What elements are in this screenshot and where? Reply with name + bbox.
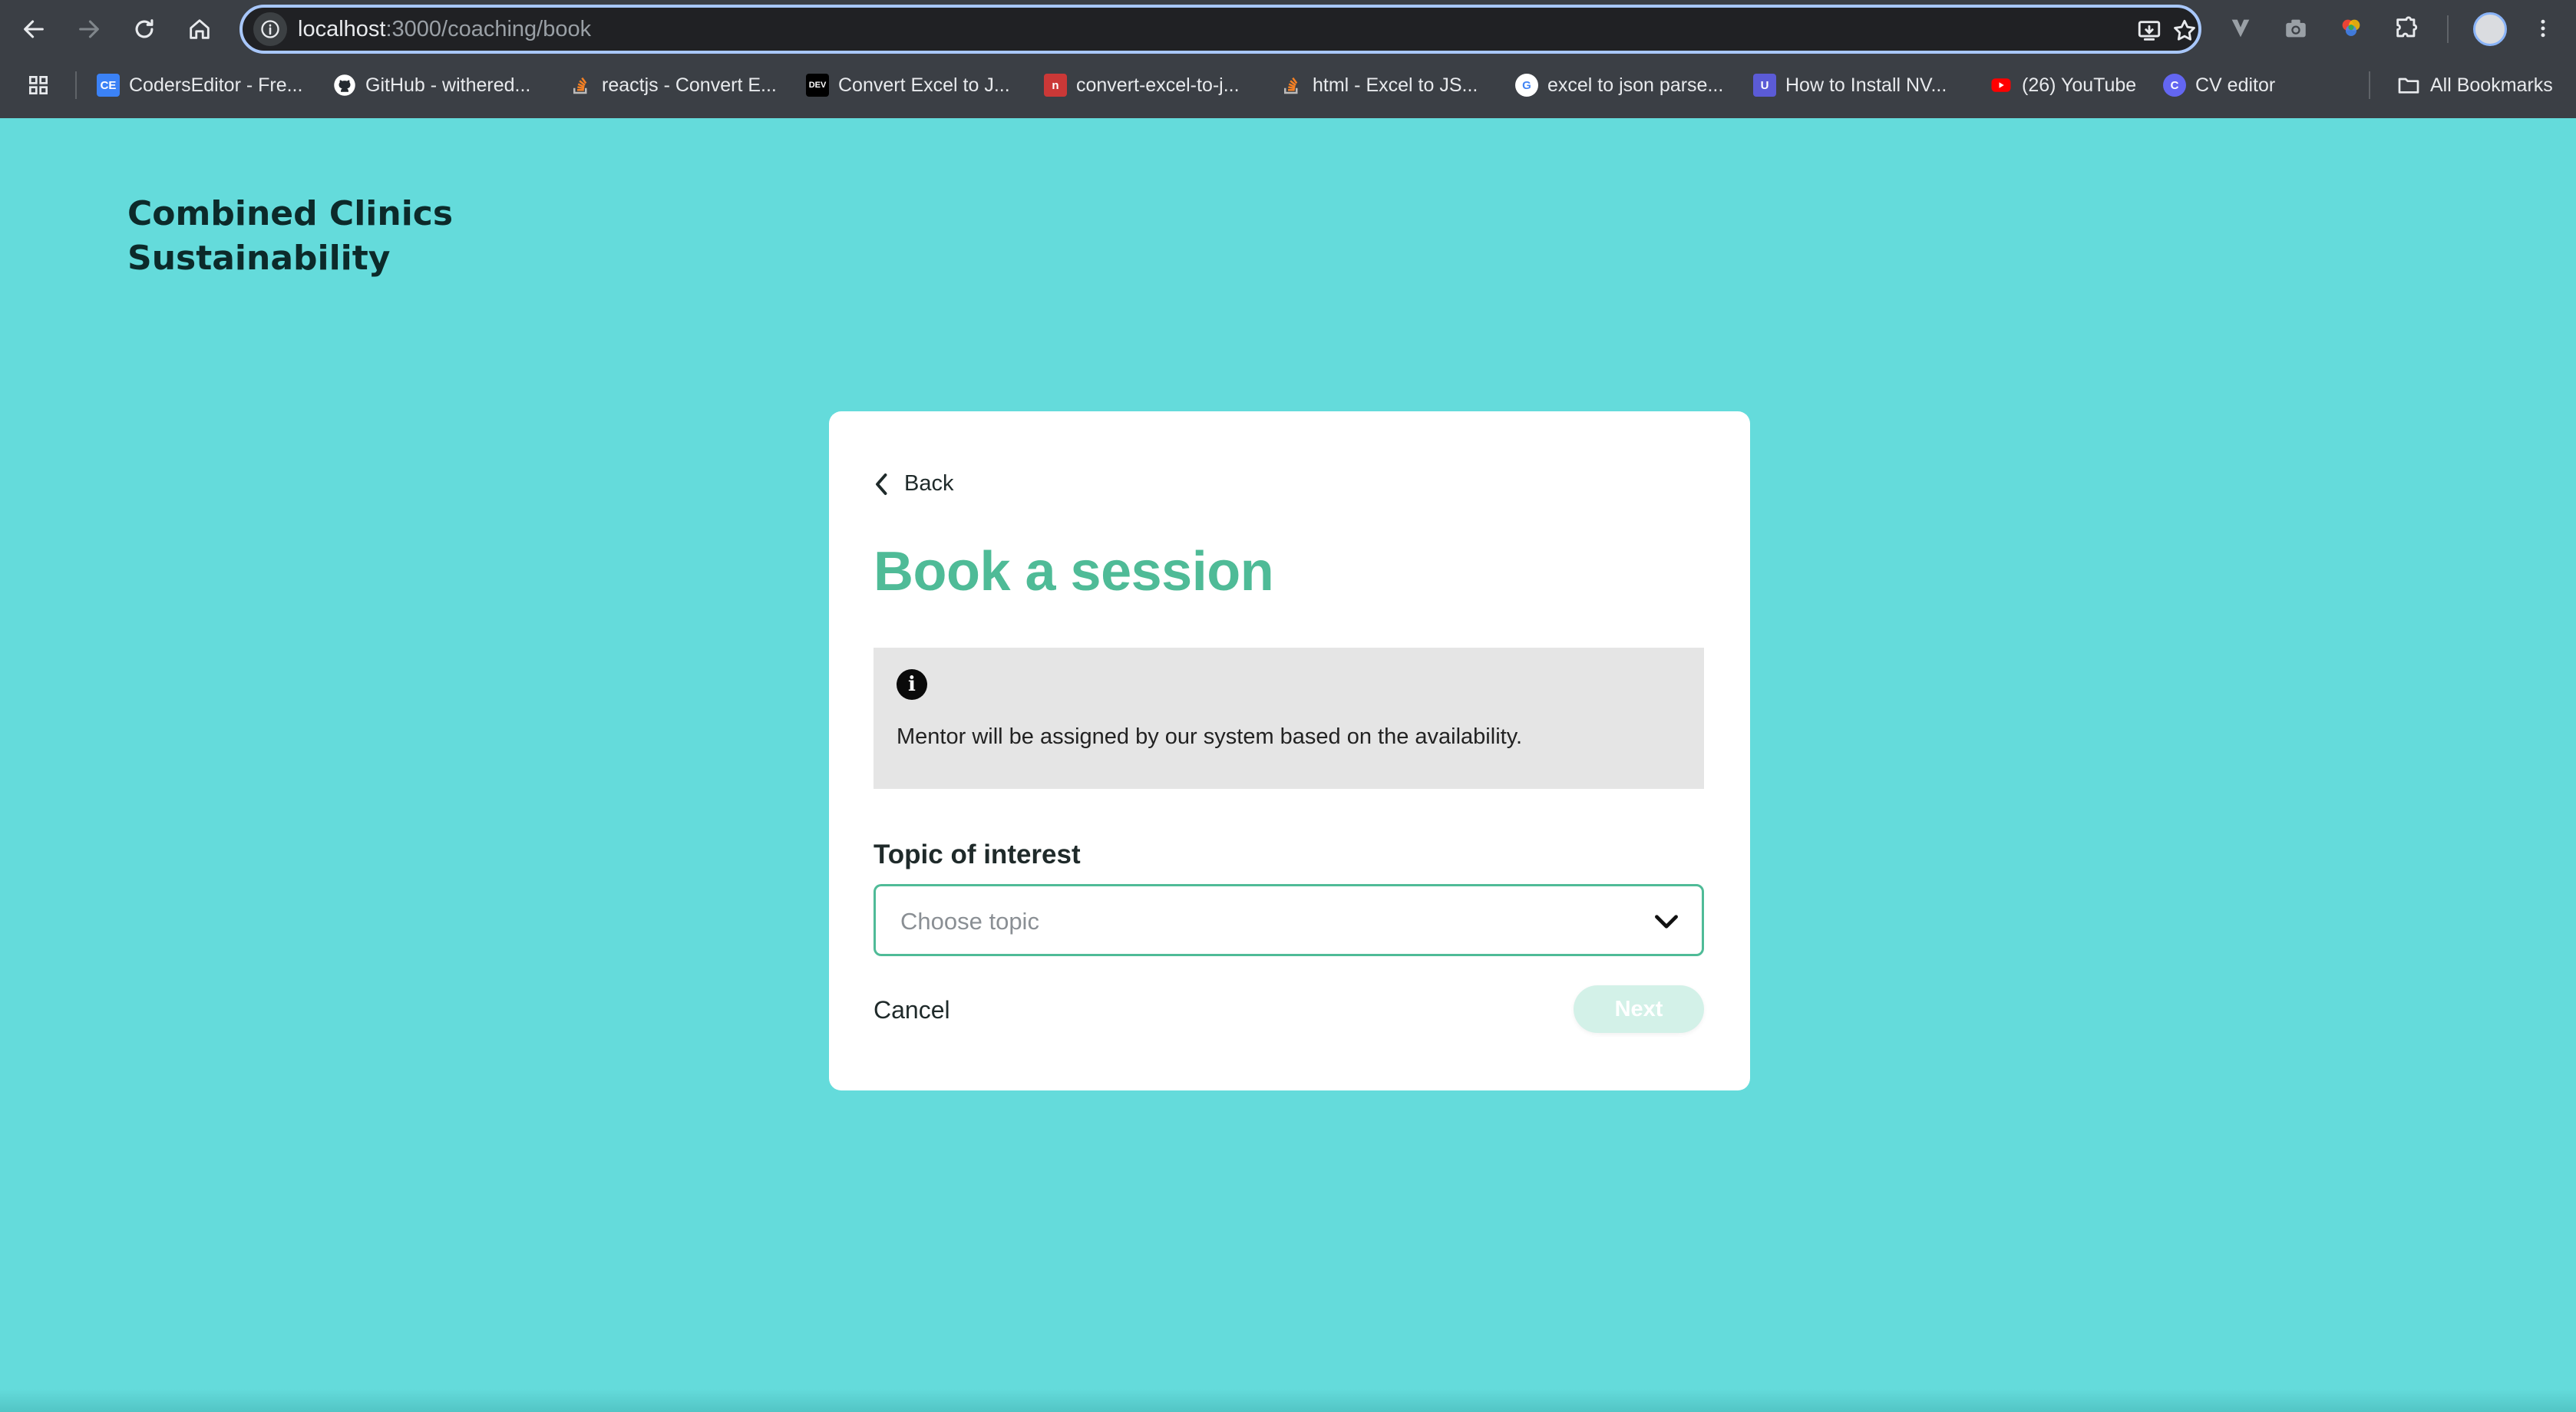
udemy-icon: U — [1753, 74, 1776, 97]
youtube-icon — [1990, 74, 2013, 97]
codersditor-favicon-icon: CE — [97, 74, 120, 97]
bookmark-star-icon[interactable] — [2168, 14, 2201, 48]
home-button[interactable] — [177, 6, 223, 52]
browser-chrome: localhost:3000/coaching/book CE CodersEd… — [0, 0, 2576, 118]
booking-card: Back Book a session i Mentor will be ass… — [829, 411, 1750, 1090]
info-notice-text: Mentor will be assigned by our system ba… — [897, 724, 1523, 749]
bookmark-label: CodersEditor - Fre... — [129, 74, 303, 96]
forward-nav-button[interactable] — [66, 6, 112, 52]
google-icon: G — [1515, 74, 1538, 97]
home-icon — [190, 19, 210, 39]
all-bookmarks-label: All Bookmarks — [2430, 74, 2553, 96]
url-text: localhost:3000/coaching/book — [298, 17, 592, 41]
color-picker-extension-icon[interactable] — [2332, 9, 2370, 48]
chevron-down-icon — [1655, 915, 1678, 929]
arrow-left-icon — [24, 20, 44, 38]
bookmark-label: CV editor — [2195, 74, 2276, 96]
extensions-puzzle-icon[interactable] — [2387, 9, 2426, 48]
bookmark-item[interactable]: DEV Convert Excel to J... — [806, 64, 1010, 106]
bookmark-item[interactable]: html - Excel to JS... — [1280, 64, 1478, 106]
apps-grid-button[interactable] — [26, 64, 51, 106]
cv-editor-icon: C — [2163, 74, 2186, 97]
bookmarks-bar: CE CodersEditor - Fre... GitHub - wither… — [0, 64, 2576, 106]
reload-button[interactable] — [121, 6, 167, 52]
bookmark-label: How to Install NV... — [1785, 74, 1947, 96]
bookmarks-divider — [75, 71, 77, 99]
page-bottom-shadow — [0, 1389, 2576, 1412]
info-notice: i Mentor will be assigned by our system … — [874, 648, 1704, 789]
bookmark-item[interactable]: U How to Install NV... — [1753, 64, 1947, 106]
bookmark-label: excel to json parse... — [1547, 74, 1724, 96]
bookmark-item[interactable]: n convert-excel-to-j... — [1044, 64, 1240, 106]
folder-icon — [2398, 78, 2419, 94]
page-title: Book a session — [874, 541, 1274, 602]
stackoverflow-icon — [1280, 74, 1303, 97]
back-nav-button[interactable] — [11, 6, 57, 52]
bookmarks-divider — [2369, 71, 2370, 99]
bookmark-item[interactable]: C CV editor — [2163, 64, 2275, 106]
profile-avatar[interactable] — [2473, 12, 2507, 46]
bookmark-item[interactable]: (26) YouTube — [1990, 64, 2136, 106]
npm-icon: n — [1044, 74, 1067, 97]
menu-kebab-icon[interactable] — [2524, 9, 2562, 48]
arrow-right-icon — [79, 20, 99, 38]
install-app-icon[interactable] — [2132, 14, 2166, 48]
topic-field-label: Topic of interest — [874, 840, 1081, 869]
all-bookmarks-button[interactable]: All Bookmarks — [2396, 64, 2553, 106]
stackoverflow-icon — [570, 74, 593, 97]
site-info-icon[interactable] — [253, 12, 287, 46]
brand-line: Combined Clinics — [127, 194, 454, 233]
next-button[interactable]: Next — [1574, 985, 1704, 1033]
bookmark-label: html - Excel to JS... — [1313, 74, 1478, 96]
info-icon: i — [897, 669, 927, 700]
reload-icon — [135, 19, 154, 38]
back-link[interactable]: Back — [874, 471, 953, 497]
bookmark-label: GitHub - withered... — [365, 74, 531, 96]
github-icon — [333, 74, 356, 97]
bookmark-item[interactable]: G excel to json parse... — [1515, 64, 1723, 106]
brand-logo-text: Combined Clinics Sustainability — [127, 192, 453, 281]
dev-icon: DEV — [806, 74, 829, 97]
vimium-extension-icon[interactable] — [2221, 9, 2260, 48]
bookmark-label: (26) YouTube — [2022, 74, 2137, 96]
topic-select[interactable]: Choose topic — [874, 884, 1704, 956]
cancel-button[interactable]: Cancel — [874, 996, 950, 1024]
bookmark-label: convert-excel-to-j... — [1076, 74, 1240, 96]
apps-grid-icon — [28, 76, 48, 94]
camera-extension-icon[interactable] — [2277, 9, 2315, 48]
bookmark-item[interactable]: reactjs - Convert E... — [570, 64, 777, 106]
toolbar-divider — [2447, 15, 2449, 43]
address-bar[interactable]: localhost:3000/coaching/book — [239, 5, 2201, 54]
bookmark-item[interactable]: CE CodersEditor - Fre... — [97, 64, 302, 106]
bookmark-item[interactable]: GitHub - withered... — [333, 64, 530, 106]
brand-line: Sustainability — [127, 239, 391, 278]
topic-select-placeholder: Choose topic — [900, 908, 1039, 935]
chevron-left-icon — [876, 473, 887, 495]
bookmark-label: reactjs - Convert E... — [602, 74, 777, 96]
bookmark-label: Convert Excel to J... — [838, 74, 1010, 96]
back-label: Back — [904, 471, 954, 496]
